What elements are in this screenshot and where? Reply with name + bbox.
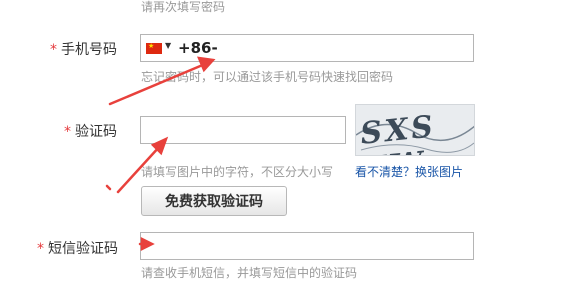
sms-hint: 请查收手机短信，并填写短信中的验证码 (141, 266, 358, 280)
required-mark: * (64, 124, 71, 140)
phone-input[interactable]: ★ ▼ +86- (140, 34, 474, 62)
captcha-label-text: 验证码 (75, 124, 117, 140)
chevron-down-icon[interactable]: ▼ (165, 41, 171, 50)
country-code: +86- (178, 39, 218, 57)
refresh-captcha-link[interactable]: 看不清楚？换张图片 (355, 163, 463, 180)
required-mark: * (50, 42, 57, 58)
arrow-tail-mark (105, 184, 112, 191)
get-free-code-button[interactable]: 免费获取验证码 (141, 186, 287, 216)
sms-code-input[interactable] (140, 232, 474, 260)
captcha-input[interactable] (140, 116, 346, 144)
phone-label: * 手机号码 (50, 39, 117, 59)
phone-label-text: 手机号码 (61, 42, 117, 58)
captcha-image[interactable]: SXS TW (355, 104, 475, 156)
sms-label: * 短信验证码 (37, 238, 118, 258)
captcha-label: * 验证码 (64, 121, 117, 141)
captcha-hint: 请填写图片中的字符，不区分大小写 (141, 165, 334, 179)
phone-hint: 忘记密码时，可以通过该手机号码快速找回密码 (141, 70, 394, 84)
sms-label-text: 短信验证码 (48, 241, 118, 257)
confirm-password-hint: 请再次填写密码 (141, 0, 226, 14)
china-flag-icon[interactable]: ★ (146, 42, 162, 54)
required-mark: * (37, 241, 44, 257)
